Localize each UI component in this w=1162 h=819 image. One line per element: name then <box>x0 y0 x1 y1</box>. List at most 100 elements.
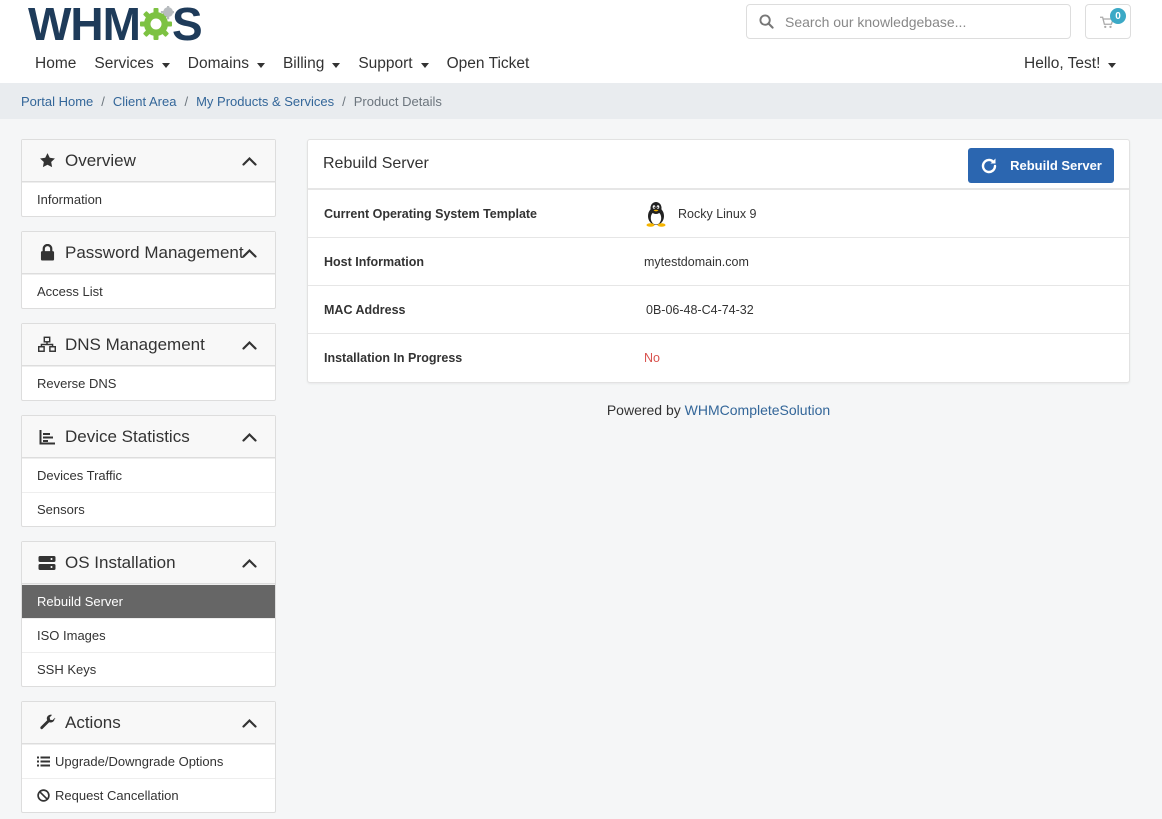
panel-header-overview[interactable]: Overview <box>22 140 275 182</box>
sidebar-item-label: Devices Traffic <box>37 468 123 483</box>
sidebar-item-reverse-dns[interactable]: Reverse DNS <box>22 366 275 400</box>
caret-down-icon <box>1108 62 1117 68</box>
knowledgebase-search[interactable] <box>746 4 1071 39</box>
sidebar-item-label: SSH Keys <box>37 662 97 677</box>
linux-tux-icon <box>644 201 668 227</box>
sidebar-item-devices-traffic[interactable]: Devices Traffic <box>22 458 275 492</box>
panel-title: Device Statistics <box>65 426 190 446</box>
sitemap-icon <box>38 336 56 354</box>
panel-header-os-installation[interactable]: OS Installation <box>22 542 275 584</box>
panel-header-dns-management[interactable]: DNS Management <box>22 324 275 366</box>
panel-header-password-management[interactable]: Password Management <box>22 232 275 274</box>
breadcrumb-separator: / <box>342 93 346 109</box>
panel-os-installation: OS Installation Rebuild Server ISO Image… <box>21 541 276 687</box>
lock-icon <box>38 244 56 262</box>
nav-label: Billing <box>282 55 325 72</box>
nav-home[interactable]: Home <box>26 55 85 73</box>
sidebar-item-label: Upgrade/Downgrade Options <box>55 754 224 769</box>
list-icon <box>37 756 50 767</box>
info-row-os-template: Current Operating System Template Rocky … <box>308 190 1129 238</box>
cart-button[interactable]: 0 <box>1085 4 1131 39</box>
card-header: Rebuild Server Rebuild Server <box>308 140 1129 190</box>
sidebar-item-ssh-keys[interactable]: SSH Keys <box>22 652 275 686</box>
whmcs-logo[interactable]: WHM S <box>28 1 203 47</box>
search-icon <box>747 14 785 29</box>
refresh-icon <box>981 158 997 173</box>
sidebar: Overview Information Password Management… <box>21 139 276 819</box>
nav-label: Domains <box>187 55 249 72</box>
nav-label: Home <box>35 55 77 72</box>
chevron-up-icon[interactable] <box>242 556 257 571</box>
chevron-up-icon[interactable] <box>242 430 257 445</box>
footer-link[interactable]: WHMCompleteSolution <box>685 402 831 418</box>
row-label: Installation In Progress <box>324 351 463 365</box>
panel-title: Overview <box>65 150 136 170</box>
star-icon <box>38 152 56 170</box>
breadcrumb-current: Product Details <box>353 93 442 109</box>
nav-services[interactable]: Services <box>85 55 178 73</box>
caret-down-icon <box>420 62 429 68</box>
sidebar-item-label: Access List <box>37 284 103 299</box>
panel-header-device-statistics[interactable]: Device Statistics <box>22 416 275 458</box>
nav-domains[interactable]: Domains <box>179 55 274 73</box>
row-label: Current Operating System Template <box>324 206 538 221</box>
nav-label: Support <box>358 55 413 72</box>
rebuild-button-label: Rebuild Server <box>1010 158 1102 173</box>
info-row-installation-status: Installation In Progress No <box>308 334 1129 382</box>
panel-password-management: Password Management Access List <box>21 231 276 309</box>
breadcrumb-products-services[interactable]: My Products & Services <box>196 94 334 109</box>
sidebar-item-access-list[interactable]: Access List <box>22 274 275 308</box>
mac-address-value: 0B-06-48-C4-74-32 <box>646 302 754 317</box>
main-nav: Home Services Domains Billing Support Op… <box>26 52 538 76</box>
breadcrumb-client-area[interactable]: Client Area <box>113 94 177 109</box>
host-value: mytestdomain.com <box>644 254 749 269</box>
search-input[interactable] <box>785 13 1055 30</box>
chevron-up-icon[interactable] <box>242 338 257 353</box>
ban-icon <box>37 789 50 802</box>
nav-open-ticket[interactable]: Open Ticket <box>438 55 539 73</box>
rebuild-server-card: Rebuild Server Rebuild Server Current Op… <box>307 139 1130 383</box>
chevron-up-icon[interactable] <box>242 154 257 169</box>
info-row-host-information: Host Information mytestdomain.com <box>308 238 1129 286</box>
sidebar-item-rebuild-server[interactable]: Rebuild Server <box>22 584 275 618</box>
cart-count-badge: 0 <box>1110 8 1126 24</box>
user-menu[interactable]: Hello, Test! <box>1024 52 1117 76</box>
row-value: Rocky Linux 9 <box>644 201 757 227</box>
sidebar-item-request-cancellation[interactable]: Request Cancellation <box>22 778 275 812</box>
panel-title: OS Installation <box>65 552 176 572</box>
panel-actions: Actions Upgrade/Downgrade Options Reques… <box>21 701 276 813</box>
user-greeting: Hello, Test! <box>1024 55 1101 72</box>
caret-down-icon <box>161 62 170 68</box>
sidebar-item-label: ISO Images <box>37 628 106 643</box>
rebuild-server-button[interactable]: Rebuild Server <box>968 148 1114 183</box>
panel-title: Password Management <box>65 242 244 262</box>
os-template-value: Rocky Linux 9 <box>678 206 757 221</box>
row-label: Host Information <box>324 254 424 269</box>
nav-billing[interactable]: Billing <box>274 55 349 73</box>
caret-down-icon <box>332 62 341 68</box>
sidebar-item-sensors[interactable]: Sensors <box>22 492 275 526</box>
chevron-up-icon[interactable] <box>242 716 257 731</box>
footer-prefix: Powered by <box>606 402 681 418</box>
installation-status-value: No <box>644 351 660 365</box>
row-label: MAC Address <box>324 302 406 317</box>
footer-powered-by: Powered by WHMCompleteSolution <box>307 402 1130 418</box>
card-title: Rebuild Server <box>323 155 429 172</box>
nav-label: Services <box>94 55 154 72</box>
panel-device-statistics: Device Statistics Devices Traffic Sensor… <box>21 415 276 527</box>
sidebar-item-information[interactable]: Information <box>22 182 275 216</box>
info-row-mac-address: MAC Address 0B-06-48-C4-74-32 <box>308 286 1129 334</box>
panel-header-actions[interactable]: Actions <box>22 702 275 744</box>
breadcrumb: Portal Home / Client Area / My Products … <box>0 83 1162 119</box>
site-header: WHM S Search our knowledgebase... 0 Home… <box>0 0 1162 83</box>
sidebar-item-upgrade-downgrade[interactable]: Upgrade/Downgrade Options <box>22 744 275 778</box>
nav-support[interactable]: Support <box>349 55 437 73</box>
server-icon <box>38 554 56 572</box>
panel-title: DNS Management <box>65 334 205 354</box>
panel-title: Actions <box>65 712 121 732</box>
sidebar-item-label: Information <box>37 192 103 207</box>
sidebar-item-label: Reverse DNS <box>37 376 117 391</box>
breadcrumb-portal-home[interactable]: Portal Home <box>21 94 93 109</box>
chevron-up-icon[interactable] <box>242 246 257 261</box>
sidebar-item-iso-images[interactable]: ISO Images <box>22 618 275 652</box>
